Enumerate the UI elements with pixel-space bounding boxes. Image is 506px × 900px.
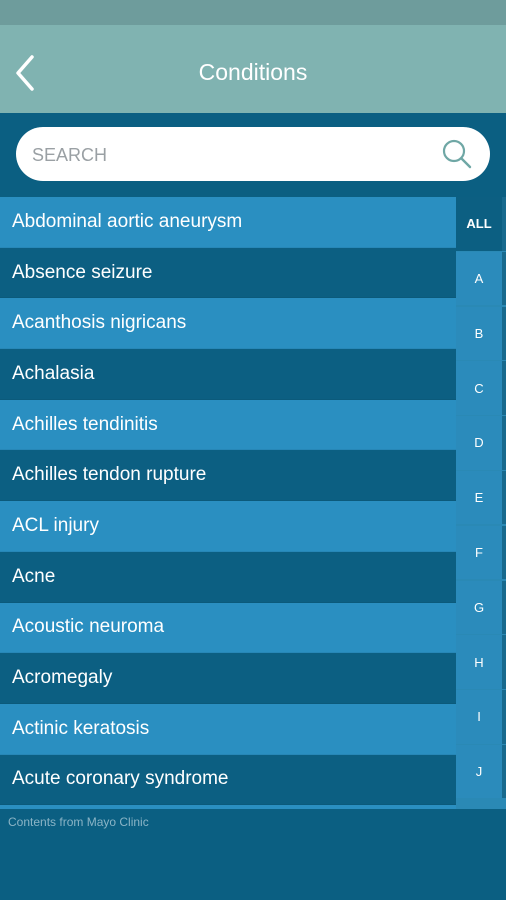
footer-credit: Contents from Mayo Clinic bbox=[8, 815, 149, 829]
list-item[interactable]: Acute coronary syndrome bbox=[0, 754, 456, 806]
list-item[interactable]: Achalasia bbox=[0, 349, 456, 400]
list-item[interactable]: Abdominal aortic aneurysm bbox=[0, 197, 456, 248]
list-item[interactable]: Achilles tendinitis bbox=[0, 399, 456, 451]
conditions-list: Abdominal aortic aneurysm Absence seizur… bbox=[0, 197, 456, 809]
alphabet-letter-c[interactable]: C bbox=[456, 361, 506, 415]
alphabet-letter-j[interactable]: J bbox=[456, 744, 506, 799]
list-item[interactable]: ACL injury bbox=[0, 501, 456, 552]
alphabet-letter-a[interactable]: A bbox=[456, 251, 506, 306]
list-item[interactable]: Acanthosis nigricans bbox=[0, 298, 456, 350]
status-bar bbox=[0, 0, 506, 25]
search-icon[interactable] bbox=[442, 139, 472, 169]
list-item[interactable]: Actinic keratosis bbox=[0, 703, 456, 755]
list-item[interactable]: Absence seizure bbox=[0, 247, 456, 299]
alphabet-letter-h[interactable]: H bbox=[456, 635, 506, 689]
alphabet-letter-all[interactable]: ALL bbox=[456, 197, 506, 251]
search-bar bbox=[0, 113, 506, 197]
alphabet-letter-e[interactable]: E bbox=[456, 470, 506, 525]
page-title: Conditions bbox=[198, 59, 308, 85]
alphabet-letter-g[interactable]: G bbox=[456, 580, 506, 635]
list-item[interactable]: Acoustic neuroma bbox=[0, 602, 456, 654]
search-input[interactable] bbox=[30, 137, 434, 173]
list-item[interactable]: Acromegaly bbox=[0, 653, 456, 704]
alphabet-letter-f[interactable]: F bbox=[456, 525, 506, 580]
list-item[interactable] bbox=[0, 805, 456, 809]
list-item[interactable]: Achilles tendon rupture bbox=[0, 450, 456, 502]
alphabet-letter-b[interactable]: B bbox=[456, 306, 506, 361]
list-item[interactable]: Acne bbox=[0, 551, 456, 603]
alphabet-index: ALL A B C D E F G H I J bbox=[456, 197, 506, 809]
alphabet-letter-i[interactable]: I bbox=[456, 690, 506, 744]
search-box bbox=[16, 127, 490, 181]
alphabet-letter-d[interactable]: D bbox=[456, 416, 506, 470]
app-header: Conditions bbox=[0, 25, 506, 113]
